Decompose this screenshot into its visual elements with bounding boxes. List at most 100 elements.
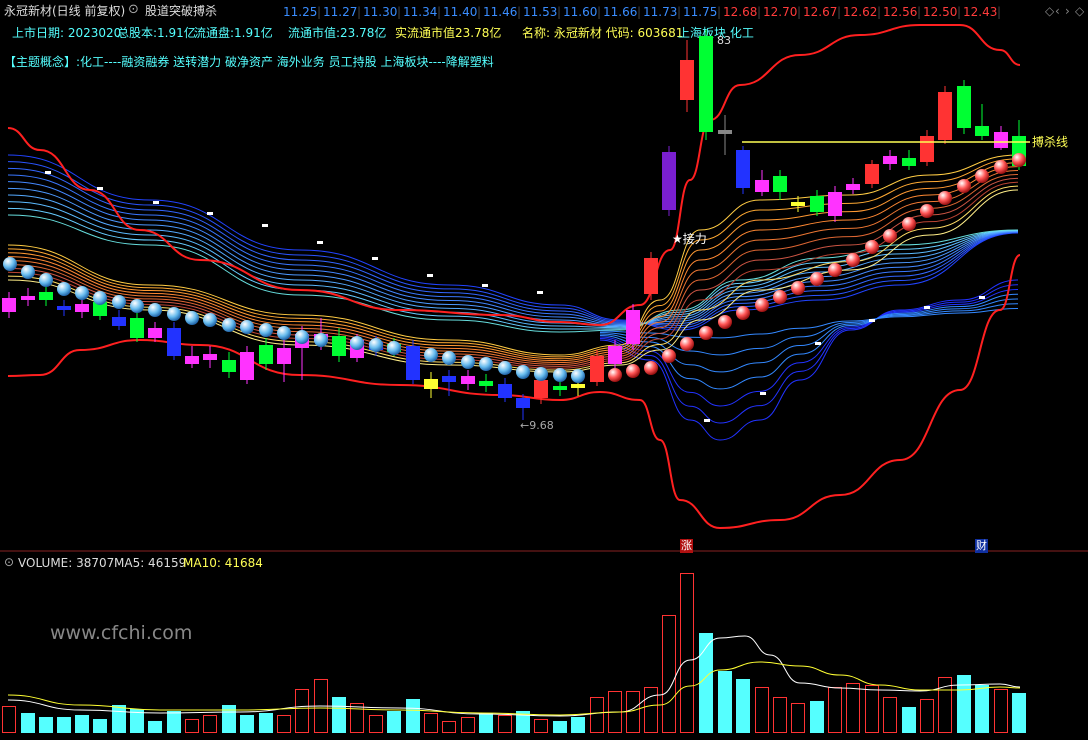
candle-body [167,328,181,356]
candle-body [773,176,787,192]
candle-body [498,384,512,398]
volume-bar-down [148,721,162,733]
volume-bar-up [626,691,640,733]
candle-body [718,130,732,134]
signal-balls [3,153,1026,383]
candle-body [626,310,640,344]
volume-collapse-icon[interactable]: ⊙ [4,555,14,569]
blue-signal-ball [57,282,71,296]
red-signal-ball [736,306,750,320]
band-dash-marker [317,241,323,244]
volume-bar-down [571,717,585,733]
volume-ma-lines [7,635,1021,717]
volume-bar-down [75,715,89,733]
red-signal-ball [920,204,934,218]
volume-bar-up [424,713,438,733]
band-dash-marker [760,392,766,395]
volume-bar-up [920,699,934,733]
watermark: www.cfchi.com [50,622,193,644]
volume-bar-up [185,719,199,733]
band-dash-marker [207,212,213,215]
volume-bar-up [498,715,512,733]
candle-body [590,356,604,382]
candle-body [571,384,585,388]
candle-body [938,92,952,140]
blue-signal-ball [498,361,512,375]
red-signal-ball [975,169,989,183]
red-signal-ball [938,191,952,205]
red-signal-ball [773,290,787,304]
candle-body [534,380,548,398]
volume-bar-up [883,697,897,733]
candle-body [957,86,971,128]
candle-body [736,150,750,188]
candle-body [883,156,897,164]
volume-bar-down [39,717,53,733]
candle-body [332,336,346,356]
volume-bar-up [369,715,383,733]
volume-ma5: MA5: 46159 [114,556,187,570]
volume-bar-up [791,703,805,733]
blue-signal-ball [424,348,438,362]
red-signal-ball [865,240,879,254]
blue-signal-ball [39,273,53,287]
volume-bar-up [773,697,787,733]
red-signal-ball [680,337,694,351]
candle-body [2,298,16,312]
volume-bar-up [994,689,1008,733]
ma-band-line-upper [7,181,1019,325]
band-dash-marker [924,306,930,309]
band-dash-marker [97,187,103,190]
blue-signal-ball [112,295,126,309]
volume-bar-up [644,687,658,733]
red-signal-ball [828,263,842,277]
volume-bar-down [112,705,126,733]
volume-bar-down [21,713,35,733]
red-signal-ball [699,326,713,340]
volume-bar-up [534,719,548,733]
volume-bar-up [442,721,456,733]
blue-signal-ball [553,368,567,382]
volume-bar-down [736,679,750,733]
volume-bar-down [332,697,346,733]
volume-bar-up [680,573,694,733]
high-price-label: 83 [717,34,731,47]
candle-body [846,184,860,190]
blue-signal-ball [387,341,401,355]
cai-marker: 财 [975,539,988,553]
chart-window: 永冠新材(日线 前复权) ⊙ 股道突破搏杀 11.25 | 11.27 | 11.30 |… [0,0,1088,740]
candle-body [259,345,273,364]
candle-body [920,136,934,162]
blue-signal-ball [350,336,364,350]
volume-bar-up [277,715,291,733]
band-dash-marker [979,296,985,299]
volume-bar-up [590,697,604,733]
candle-body [828,192,842,216]
candle-body [791,202,805,206]
candle-body [865,164,879,184]
volume-label: VOLUME: 38707 [18,556,115,570]
red-signal-ball [608,368,622,382]
candle-body [406,346,420,380]
volume-bar-up [350,703,364,733]
moving-average-bands [7,154,1019,441]
blue-signal-ball [148,303,162,317]
blue-signal-ball [571,369,585,383]
volume-bar-down [1012,693,1026,733]
band-dash-marker [815,342,821,345]
volume-bar-up [295,689,309,733]
blue-signal-ball [3,257,17,271]
candle-body [57,306,71,310]
blue-signal-ball [314,333,328,347]
candle-body [222,360,236,372]
volume-bar-down [902,707,916,733]
ma-band-line-lower [599,303,1019,356]
volume-ma10: MA10: 41684 [183,556,263,570]
band-dash-marker [704,419,710,422]
candle-body [810,196,824,212]
candle-body [902,158,916,166]
volume-bar-up [865,685,879,733]
volume-ma5-line [7,635,1021,717]
blue-signal-ball [240,320,254,334]
candle-body [148,328,162,338]
